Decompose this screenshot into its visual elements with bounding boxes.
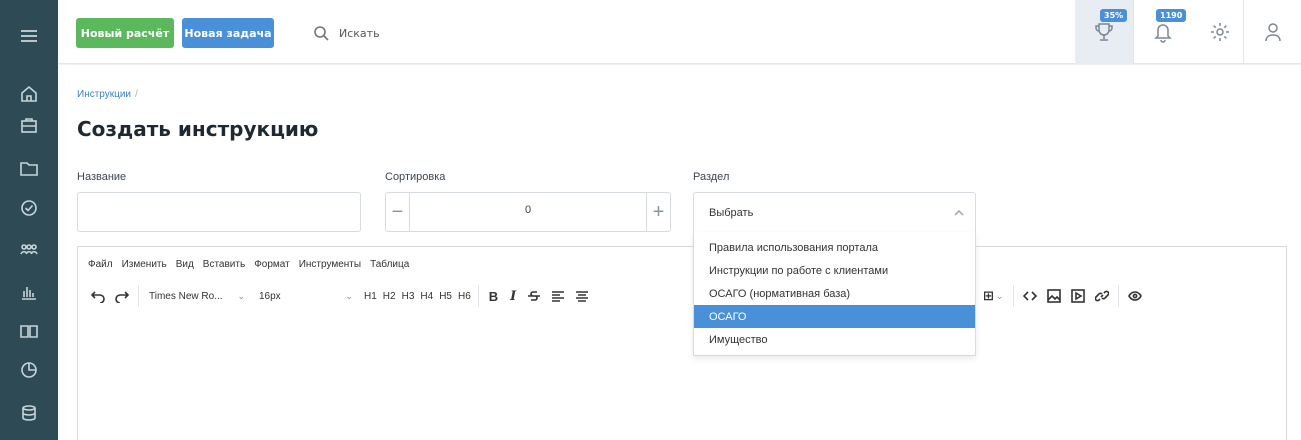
settings-button[interactable] xyxy=(1191,0,1249,64)
toolbar-divider xyxy=(138,285,139,307)
redo-button[interactable] xyxy=(110,284,134,308)
rich-text-editor[interactable]: Файл Изменить Вид Вставить Формат Инстру… xyxy=(77,246,1287,440)
section-dropdown: Правила использования портала Инструкции… xyxy=(693,232,976,356)
new-task-button[interactable]: Новая задача xyxy=(182,18,274,48)
section-select[interactable]: Выбрать xyxy=(693,192,976,232)
breadcrumb-separator: / xyxy=(135,89,138,100)
increment-button[interactable]: + xyxy=(646,193,670,231)
menu-view[interactable]: Вид xyxy=(176,259,194,270)
dropdown-option[interactable]: Правила использования портала xyxy=(694,236,975,259)
trophy-badge: 35% xyxy=(1100,9,1128,22)
editor-toolbar: Times New Ro... ⌄ 16px ⌄ H1 H2 H3 H4 H5 … xyxy=(78,282,1286,310)
gear-icon xyxy=(1211,23,1229,41)
bar-chart-icon[interactable] xyxy=(0,274,58,310)
bold-button[interactable]: B xyxy=(483,284,504,308)
chevron-down-icon[interactable]: ⌄ xyxy=(996,291,1004,302)
profile-button[interactable] xyxy=(1243,0,1301,64)
code-button[interactable] xyxy=(1018,284,1042,308)
search-input[interactable] xyxy=(339,22,639,44)
decrement-button[interactable]: − xyxy=(386,193,410,231)
trophy-icon xyxy=(1095,23,1113,41)
main-content: Инструкции / Создать инструкцию Название … xyxy=(58,65,1301,440)
undo-icon xyxy=(91,291,105,303)
section-select-value: Выбрать xyxy=(709,207,754,219)
sort-value[interactable]: 0 xyxy=(410,204,646,216)
menu-format[interactable]: Формат xyxy=(254,259,290,270)
font-family-value: Times New Ro... xyxy=(149,290,223,302)
undo-button[interactable] xyxy=(86,284,110,308)
users-icon[interactable] xyxy=(0,232,58,268)
heading-1-button[interactable]: H1 xyxy=(361,284,380,308)
folder-icon[interactable] xyxy=(0,150,58,186)
chevron-down-icon: ⌄ xyxy=(345,290,353,301)
database-icon[interactable] xyxy=(0,395,58,431)
bell-icon xyxy=(1153,24,1172,43)
heading-2-button[interactable]: H2 xyxy=(380,284,399,308)
toolbar-divider xyxy=(1118,285,1120,307)
check-circle-icon[interactable] xyxy=(0,190,58,226)
menu-file[interactable]: Файл xyxy=(88,259,113,270)
breadcrumb-link-instructions[interactable]: Инструкции xyxy=(77,89,131,100)
pie-chart-icon[interactable] xyxy=(0,352,58,388)
heading-5-button[interactable]: H5 xyxy=(436,284,455,308)
menu-icon[interactable] xyxy=(0,18,58,54)
link-icon xyxy=(1095,290,1110,302)
font-family-select[interactable]: Times New Ro... ⌄ xyxy=(143,284,251,308)
menu-table[interactable]: Таблица xyxy=(370,259,409,270)
notification-badge: 1190 xyxy=(1156,9,1187,22)
media-icon xyxy=(1071,289,1086,303)
name-label: Название xyxy=(77,171,127,183)
toolbar-divider xyxy=(1013,285,1015,307)
image-button[interactable] xyxy=(1042,284,1066,308)
new-calculation-button[interactable]: Новый расчёт xyxy=(76,18,174,48)
redo-icon xyxy=(115,291,129,303)
sidebar xyxy=(0,0,58,440)
chevron-down-icon: ⌄ xyxy=(237,290,245,301)
dropdown-option[interactable]: Инструкции по работе с клиентами xyxy=(694,259,975,282)
search-icon xyxy=(313,25,329,41)
sort-label: Сортировка xyxy=(385,171,446,183)
align-left-button[interactable] xyxy=(546,284,570,308)
top-bar: Новый расчёт Новая задача 35% 1190 xyxy=(58,0,1301,64)
book-icon[interactable] xyxy=(0,313,58,349)
link-button[interactable] xyxy=(1090,284,1114,308)
strikethrough-icon xyxy=(528,291,541,301)
image-icon xyxy=(1047,289,1062,303)
italic-button[interactable]: I xyxy=(504,284,522,308)
page-title: Создать инструкцию xyxy=(77,117,319,141)
dropdown-option-highlighted[interactable]: ОСАГО xyxy=(694,305,975,328)
sort-stepper: − 0 + xyxy=(385,192,671,232)
menu-insert[interactable]: Вставить xyxy=(203,259,245,270)
heading-3-button[interactable]: H3 xyxy=(399,284,418,308)
strikethrough-button[interactable] xyxy=(522,284,546,308)
align-center-button[interactable] xyxy=(570,284,594,308)
preview-button[interactable] xyxy=(1123,284,1147,308)
eye-icon xyxy=(1128,291,1143,301)
menu-tools[interactable]: Инструменты xyxy=(299,259,361,270)
dropdown-option[interactable]: Имущество xyxy=(694,328,975,351)
font-size-select[interactable]: 16px ⌄ xyxy=(251,284,361,308)
align-center-icon xyxy=(576,291,589,302)
media-button[interactable] xyxy=(1066,284,1090,308)
toolbar-divider xyxy=(477,285,479,307)
code-icon xyxy=(1023,291,1038,301)
briefcase-icon[interactable] xyxy=(0,107,58,143)
menu-edit[interactable]: Изменить xyxy=(122,259,167,270)
editor-menubar: Файл Изменить Вид Вставить Формат Инстру… xyxy=(78,247,1286,282)
align-left-icon xyxy=(552,291,565,302)
name-field[interactable] xyxy=(77,192,361,232)
heading-6-button[interactable]: H6 xyxy=(455,284,474,308)
dropdown-option[interactable]: ОСАГО (нормативная база) xyxy=(694,282,975,305)
table-icon[interactable]: ⊞ xyxy=(981,284,996,308)
font-size-value: 16px xyxy=(259,290,281,302)
section-label: Раздел xyxy=(693,171,730,183)
breadcrumb: Инструкции / xyxy=(77,89,138,100)
user-icon xyxy=(1264,23,1281,42)
heading-4-button[interactable]: H4 xyxy=(417,284,436,308)
chevron-up-icon xyxy=(953,206,965,218)
